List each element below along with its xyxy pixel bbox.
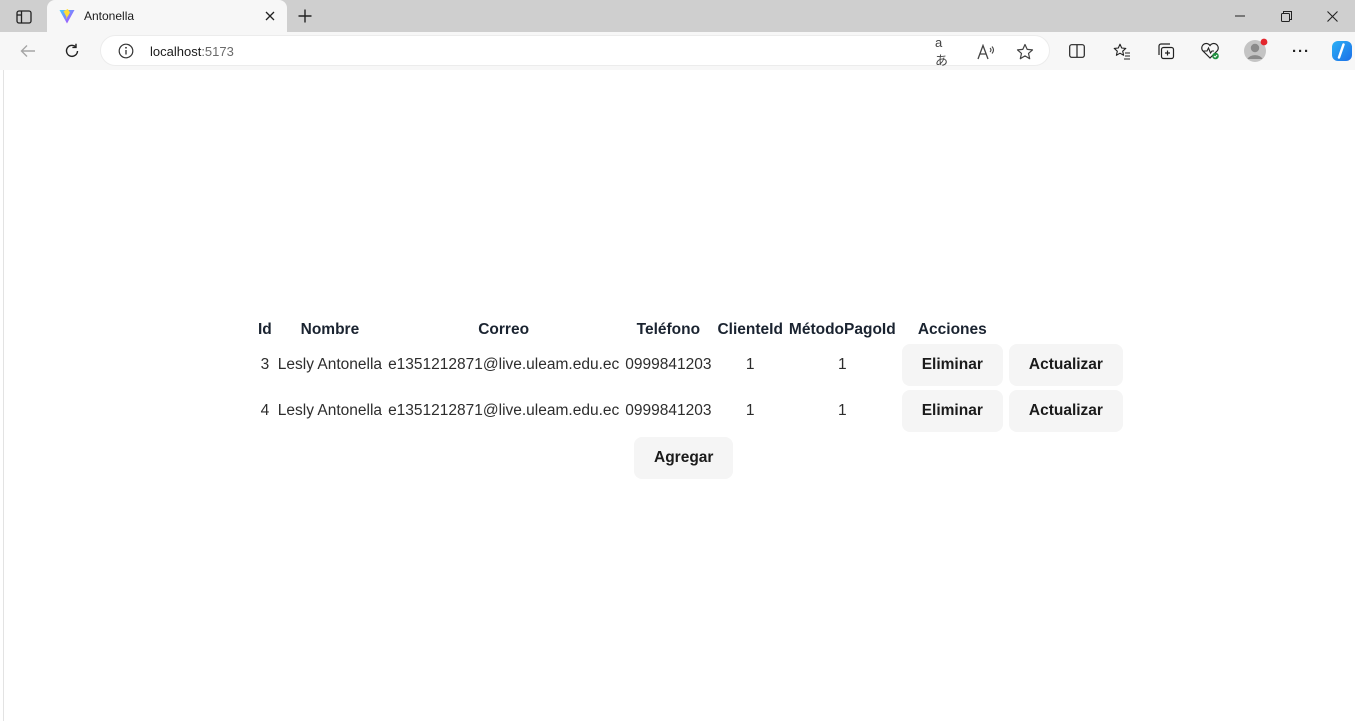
minimize-button[interactable] — [1217, 0, 1263, 32]
more-options-icon: ··· — [1292, 42, 1310, 60]
table-row: 3 Lesly Antonella e1351212871@live.uleam… — [256, 343, 1125, 387]
header-cliente-id: ClienteId — [717, 321, 783, 338]
heartbeat-icon — [1201, 42, 1219, 60]
active-tab[interactable]: Antonella — [47, 0, 287, 32]
close-icon — [1326, 10, 1338, 22]
update-button[interactable]: Actualizar — [1008, 390, 1123, 432]
cell-correo: e1351212871@live.uleam.edu.ec — [388, 356, 620, 373]
cell-nombre: Lesly Antonella — [277, 402, 383, 419]
tab-title: Antonella — [84, 9, 135, 23]
copilot-button[interactable] — [1329, 37, 1355, 65]
delete-button[interactable]: Eliminar — [901, 344, 1003, 386]
cell-delete: Eliminar — [900, 343, 1005, 387]
window-controls — [1217, 0, 1355, 32]
cell-nombre: Lesly Antonella — [277, 356, 383, 373]
avatar-icon — [1244, 38, 1268, 62]
copilot-icon — [1332, 41, 1352, 61]
restore-button[interactable] — [1263, 0, 1309, 32]
favorite-star-icon[interactable] — [1015, 42, 1035, 62]
url-port: :5173 — [201, 44, 234, 59]
collections-button[interactable] — [1152, 37, 1180, 65]
delete-button[interactable]: Eliminar — [901, 390, 1003, 432]
update-button[interactable]: Actualizar — [1008, 344, 1123, 386]
header-nombre: Nombre — [300, 321, 360, 338]
site-info-icon[interactable] — [117, 42, 135, 60]
close-window-button[interactable] — [1309, 0, 1355, 32]
table-row: 4 Lesly Antonella e1351212871@live.uleam… — [256, 389, 1125, 433]
cell-correo: e1351212871@live.uleam.edu.ec — [388, 402, 620, 419]
cell-telefono: 0999841203 — [625, 402, 712, 419]
vite-logo-icon — [58, 8, 75, 24]
back-arrow-icon — [20, 45, 35, 57]
header-metodo-pago-id: MétodoPagoId — [788, 321, 896, 338]
read-aloud-icon[interactable] — [976, 42, 996, 62]
close-tab-icon[interactable] — [260, 6, 280, 26]
split-screen-icon — [1069, 44, 1085, 58]
collections-icon — [1158, 42, 1175, 59]
cell-update: Actualizar — [1007, 343, 1125, 387]
header-empty — [1007, 319, 1125, 341]
header-id: Id — [258, 321, 272, 338]
refresh-icon — [65, 43, 79, 57]
restore-icon — [1280, 10, 1292, 22]
url-text[interactable]: localhost:5173 — [150, 44, 234, 59]
header-correo: Correo — [478, 321, 530, 338]
favorites-list-icon — [1113, 43, 1130, 60]
refresh-button[interactable] — [58, 37, 86, 65]
minimize-icon — [1235, 15, 1245, 17]
page-viewport: Id Nombre Correo Teléfono ClienteId Méto… — [3, 70, 1355, 721]
translate-icon[interactable]: aあ — [935, 35, 955, 68]
add-button-wrapper: Agregar — [634, 437, 734, 479]
split-screen-button[interactable] — [1063, 37, 1091, 65]
add-button[interactable]: Agregar — [634, 437, 734, 479]
profile-button[interactable] — [1242, 37, 1270, 65]
cell-metodo-pago-id: 1 — [838, 402, 847, 419]
back-button[interactable] — [14, 37, 42, 65]
tab-strip: Antonella — [0, 0, 1355, 32]
header-acciones: Acciones — [917, 321, 987, 338]
cell-telefono: 0999841203 — [625, 356, 712, 373]
tab-actions-button[interactable] — [8, 6, 40, 28]
settings-menu-button[interactable]: ··· — [1287, 37, 1315, 65]
browser-essentials-button[interactable] — [1196, 37, 1224, 65]
plus-icon — [298, 9, 312, 23]
cell-cliente-id: 1 — [745, 402, 755, 419]
header-telefono: Teléfono — [636, 321, 701, 338]
cell-delete: Eliminar — [900, 389, 1005, 433]
address-bar[interactable]: localhost:5173 aあ — [100, 35, 1050, 68]
cell-cliente-id: 1 — [745, 356, 755, 373]
cell-id: 3 — [260, 356, 270, 373]
url-host: localhost — [150, 44, 202, 59]
tab-actions-icon — [16, 10, 32, 24]
browser-toolbar: localhost:5173 aあ ··· — [0, 32, 1355, 70]
favorites-button[interactable] — [1108, 37, 1136, 65]
cell-update: Actualizar — [1007, 389, 1125, 433]
cell-id: 4 — [260, 402, 270, 419]
customers-table: Id Nombre Correo Teléfono ClienteId Méto… — [254, 317, 1127, 435]
table-header-row: Id Nombre Correo Teléfono ClienteId Méto… — [256, 319, 1125, 341]
new-tab-button[interactable] — [292, 4, 318, 28]
cell-metodo-pago-id: 1 — [838, 356, 847, 373]
